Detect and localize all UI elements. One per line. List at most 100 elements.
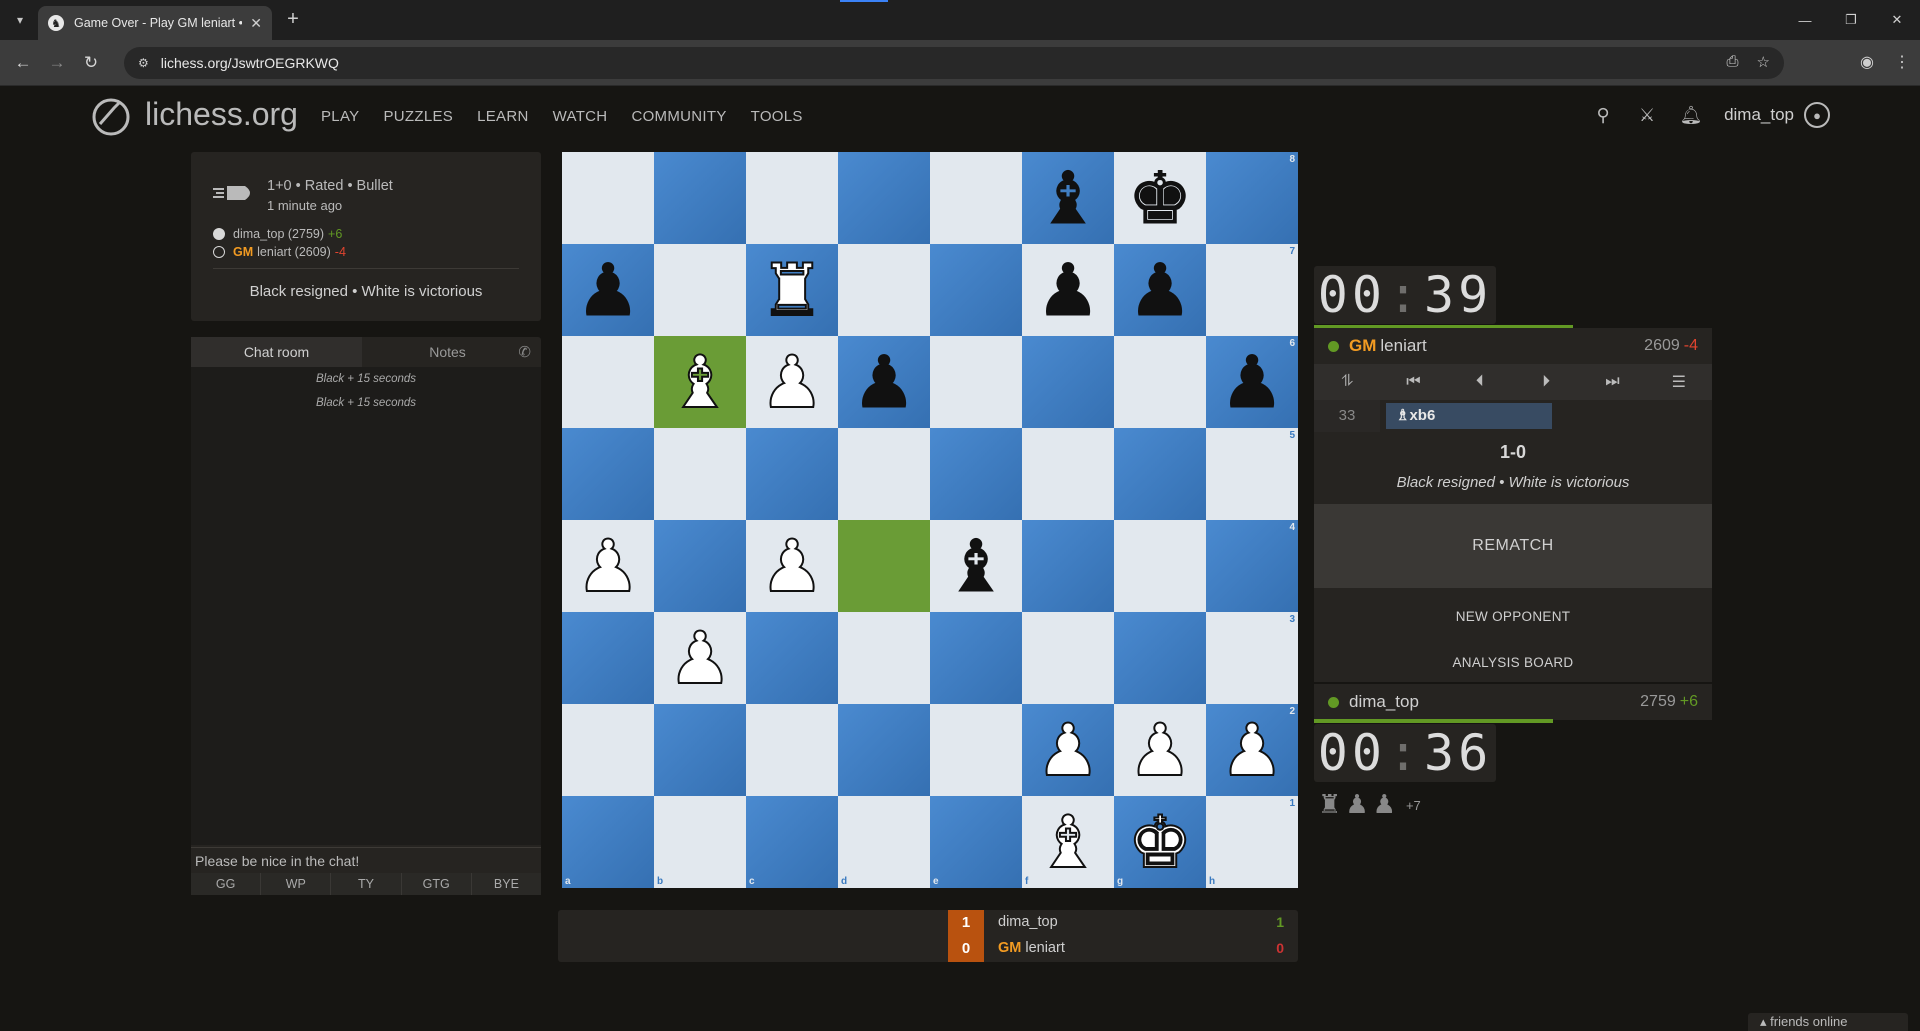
- tab-close-icon[interactable]: ✕: [250, 15, 262, 32]
- opponent-row[interactable]: GM leniart 2609 -4: [1314, 328, 1712, 364]
- square-c1[interactable]: c: [746, 796, 838, 888]
- square-f8[interactable]: ♝: [1022, 152, 1114, 244]
- square-f2[interactable]: ♟: [1022, 704, 1114, 796]
- preset-ty-button[interactable]: TY: [330, 873, 401, 895]
- white-pawn-icon[interactable]: ♟: [759, 529, 826, 603]
- nav-puzzles[interactable]: PUZZLES: [383, 108, 453, 125]
- square-d1[interactable]: d: [838, 796, 930, 888]
- square-a2[interactable]: [562, 704, 654, 796]
- site-info-icon[interactable]: ⚙: [138, 56, 149, 70]
- square-d2[interactable]: [838, 704, 930, 796]
- square-b6[interactable]: ♝: [654, 336, 746, 428]
- square-a7[interactable]: ♟: [562, 244, 654, 336]
- square-e7[interactable]: [930, 244, 1022, 336]
- browser-menu-icon[interactable]: ⋮: [1894, 52, 1910, 72]
- back-icon[interactable]: ←: [12, 52, 34, 74]
- square-c8[interactable]: [746, 152, 838, 244]
- black-pawn-icon[interactable]: ♟: [1219, 346, 1285, 419]
- square-b5[interactable]: [654, 428, 746, 520]
- square-g2[interactable]: ♟: [1114, 704, 1206, 796]
- square-g1[interactable]: ♚ g: [1114, 796, 1206, 888]
- tab-search-icon[interactable]: ▾: [8, 8, 32, 32]
- white-rook-icon[interactable]: ♜: [759, 253, 826, 327]
- forward-icon[interactable]: →: [46, 52, 68, 74]
- square-a1[interactable]: a: [562, 796, 654, 888]
- black-pawn-icon[interactable]: ♟: [1127, 254, 1193, 327]
- user-avatar-icon[interactable]: ●: [1804, 102, 1830, 128]
- site-logo-text[interactable]: lichess.org: [145, 96, 298, 133]
- square-d4[interactable]: [838, 520, 930, 612]
- square-b8[interactable]: [654, 152, 746, 244]
- square-d7[interactable]: [838, 244, 930, 336]
- square-a4[interactable]: ♟: [562, 520, 654, 612]
- crosstable-row[interactable]: 1 dima_top 1: [558, 910, 1298, 936]
- notification-bell-icon[interactable]: 🔔︎: [1680, 104, 1703, 126]
- square-e4[interactable]: ♝: [930, 520, 1022, 612]
- search-icon[interactable]: ⚲: [1592, 104, 1614, 126]
- square-h6[interactable]: ♟ 6: [1206, 336, 1298, 428]
- reload-icon[interactable]: ↻: [80, 52, 102, 74]
- square-e8[interactable]: [930, 152, 1022, 244]
- square-c7[interactable]: ♜: [746, 244, 838, 336]
- square-a3[interactable]: [562, 612, 654, 704]
- square-b4[interactable]: [654, 520, 746, 612]
- move-san[interactable]: ♗xb6: [1386, 403, 1552, 429]
- white-player-info[interactable]: dima_top (2759) +6: [213, 227, 342, 241]
- new-tab-icon[interactable]: +: [282, 9, 304, 31]
- user-menu[interactable]: dima_top: [1724, 105, 1794, 125]
- square-f1[interactable]: ♝ f: [1022, 796, 1114, 888]
- square-f3[interactable]: [1022, 612, 1114, 704]
- square-g5[interactable]: [1114, 428, 1206, 520]
- black-bishop-icon[interactable]: ♝: [1035, 162, 1101, 235]
- preset-gg-button[interactable]: GG: [191, 873, 261, 895]
- tab-chat-room[interactable]: Chat room: [191, 337, 362, 367]
- white-pawn-icon[interactable]: ♟: [1035, 713, 1102, 787]
- black-pawn-icon[interactable]: ♟: [851, 346, 917, 419]
- square-h2[interactable]: ♟ 2: [1206, 704, 1298, 796]
- square-c5[interactable]: [746, 428, 838, 520]
- square-a5[interactable]: [562, 428, 654, 520]
- challenge-swords-icon[interactable]: ⚔: [1636, 104, 1658, 126]
- square-e1[interactable]: e: [930, 796, 1022, 888]
- prev-move-icon[interactable]: ⏴: [1447, 364, 1513, 400]
- square-h7[interactable]: 7: [1206, 244, 1298, 336]
- player-row[interactable]: dima_top 2759 +6: [1314, 684, 1712, 720]
- square-f7[interactable]: ♟: [1022, 244, 1114, 336]
- white-bishop-icon[interactable]: ♝: [1035, 805, 1102, 879]
- square-e3[interactable]: [930, 612, 1022, 704]
- bookmark-star-icon[interactable]: ☆: [1757, 53, 1770, 71]
- square-h3[interactable]: 3: [1206, 612, 1298, 704]
- black-king-icon[interactable]: ♚: [1127, 162, 1193, 235]
- square-g7[interactable]: ♟: [1114, 244, 1206, 336]
- flip-board-icon[interactable]: ⥮: [1314, 364, 1380, 400]
- new-opponent-button[interactable]: NEW OPPONENT: [1314, 609, 1712, 624]
- nav-watch[interactable]: WATCH: [553, 108, 608, 125]
- chess-board[interactable]: ♝ ♚ 8 ♟ ♜ ♟ ♟ 7 ♝ ♟ ♟ ♟ 6 5 ♟ ♟ ♝ 4 ♟ 3 ♟ ♟ ♟ 2 a b c d e ♝ f ♚ g 1 h: [562, 152, 1298, 888]
- square-h8[interactable]: 8: [1206, 152, 1298, 244]
- white-pawn-icon[interactable]: ♟: [759, 345, 826, 419]
- square-g6[interactable]: [1114, 336, 1206, 428]
- nav-learn[interactable]: LEARN: [477, 108, 529, 125]
- white-pawn-icon[interactable]: ♟: [1219, 713, 1286, 787]
- friends-online-button[interactable]: ▴ friends online: [1748, 1013, 1908, 1031]
- square-g4[interactable]: [1114, 520, 1206, 612]
- square-d5[interactable]: [838, 428, 930, 520]
- square-c4[interactable]: ♟: [746, 520, 838, 612]
- voice-chat-icon[interactable]: ✆: [518, 343, 531, 361]
- next-move-icon[interactable]: ⏵: [1513, 364, 1579, 400]
- address-bar[interactable]: ⚙ lichess.org/JswtrOEGRKWQ ⎙ ☆: [124, 47, 1784, 79]
- profile-icon[interactable]: ◉: [1860, 52, 1874, 72]
- nav-community[interactable]: COMMUNITY: [631, 108, 726, 125]
- black-pawn-icon[interactable]: ♟: [575, 254, 641, 327]
- nav-tools[interactable]: TOOLS: [751, 108, 803, 125]
- square-a8[interactable]: [562, 152, 654, 244]
- white-bishop-icon[interactable]: ♝: [667, 345, 734, 419]
- close-window-icon[interactable]: ✕: [1874, 0, 1920, 40]
- square-h5[interactable]: 5: [1206, 428, 1298, 520]
- square-a6[interactable]: [562, 336, 654, 428]
- restore-icon[interactable]: ❐: [1828, 0, 1874, 40]
- white-pawn-icon[interactable]: ♟: [1127, 713, 1194, 787]
- last-move-icon[interactable]: ⏭: [1579, 364, 1645, 400]
- preset-wp-button[interactable]: WP: [260, 873, 331, 895]
- nav-play[interactable]: PLAY: [321, 108, 359, 125]
